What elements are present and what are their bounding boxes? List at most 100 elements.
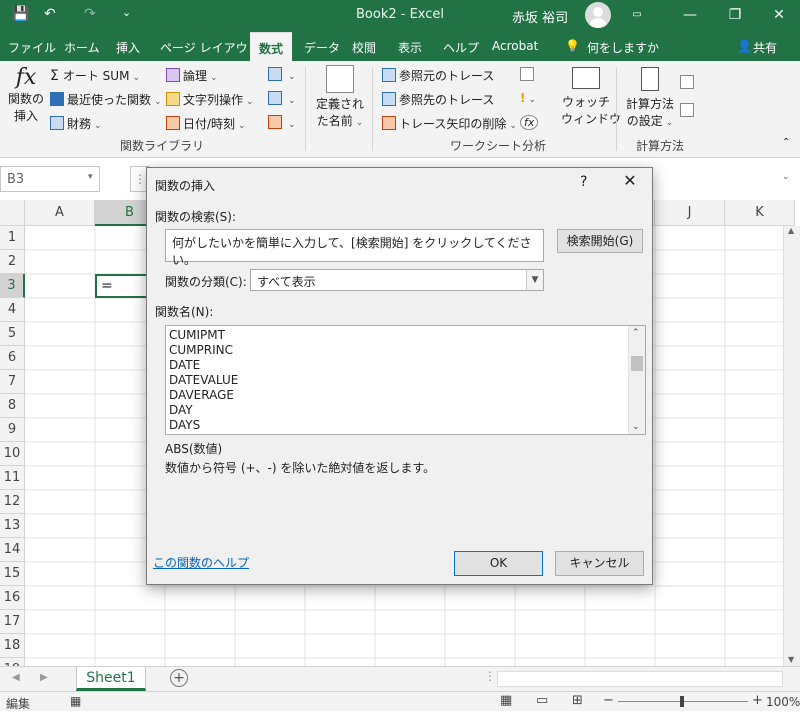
- list-item[interactable]: DAYS: [166, 418, 645, 433]
- tab-data[interactable]: データ: [304, 39, 340, 56]
- expand-formula-bar-icon[interactable]: ⌄: [782, 172, 790, 182]
- minimize-button[interactable]: —: [675, 3, 705, 27]
- tab-view[interactable]: 表示: [398, 39, 422, 56]
- list-scrollbar[interactable]: ⌃ ⌄: [628, 326, 645, 434]
- list-scroll-thumb[interactable]: [631, 356, 643, 371]
- row-header[interactable]: 3: [0, 274, 25, 298]
- redo-icon[interactable]: ↷: [84, 6, 96, 22]
- error-checking-icon[interactable]: ! ⌄: [520, 91, 536, 105]
- row-header[interactable]: 11: [0, 466, 25, 490]
- next-sheet-icon[interactable]: ▶: [40, 672, 48, 683]
- share-icon[interactable]: 👤: [737, 39, 752, 53]
- defined-names-button[interactable]: 定義され た名前 ⌄: [315, 65, 365, 129]
- share-button[interactable]: 共有: [753, 39, 777, 56]
- row-header[interactable]: 14: [0, 538, 25, 562]
- insert-function-button[interactable]: fx 関数の 挿入: [6, 65, 46, 124]
- text-button[interactable]: 文字列操作 ⌄: [166, 91, 254, 108]
- name-box[interactable]: B3: [0, 166, 100, 192]
- ok-button[interactable]: OK: [454, 551, 543, 576]
- row-header[interactable]: 7: [0, 370, 25, 394]
- evaluate-formula-icon[interactable]: fx: [520, 115, 539, 130]
- datetime-button[interactable]: 日付/時刻 ⌄: [166, 115, 246, 132]
- row-header[interactable]: 19: [0, 658, 25, 666]
- trace-dependents-button[interactable]: 参照先のトレース: [382, 91, 494, 108]
- tab-home[interactable]: ホーム: [64, 39, 100, 56]
- row-header[interactable]: 8: [0, 394, 25, 418]
- zoom-level[interactable]: 100%: [766, 695, 800, 709]
- row-header[interactable]: 17: [0, 610, 25, 634]
- tab-insert[interactable]: 挿入: [116, 39, 140, 56]
- row-header[interactable]: 1: [0, 226, 25, 250]
- dialog-close-button[interactable]: ✕: [617, 171, 643, 190]
- column-header[interactable]: J: [655, 200, 725, 226]
- macro-record-icon[interactable]: ▦: [70, 694, 81, 708]
- avatar[interactable]: [585, 2, 611, 28]
- select-all-corner[interactable]: [0, 200, 25, 226]
- chevron-down-icon[interactable]: ▼: [526, 270, 543, 290]
- collapse-ribbon-icon[interactable]: ⌃: [782, 137, 790, 148]
- tab-review[interactable]: 校閲: [352, 39, 376, 56]
- show-formulas-icon[interactable]: [520, 67, 537, 82]
- logical-button[interactable]: 論理 ⌄: [166, 67, 218, 84]
- remove-arrows-button[interactable]: トレース矢印の削除 ⌄: [382, 115, 517, 132]
- restore-button[interactable]: ❐: [720, 3, 750, 27]
- ribbon-display-icon[interactable]: ▭: [622, 3, 652, 27]
- tab-file[interactable]: ファイル: [8, 39, 56, 56]
- calc-options-button[interactable]: 計算方法 の設定 ⌄: [624, 67, 676, 129]
- zoom-out-icon[interactable]: −: [603, 693, 614, 708]
- undo-icon[interactable]: ↶: [44, 6, 56, 22]
- more-functions-button[interactable]: ⌄: [268, 115, 296, 130]
- scroll-up-icon[interactable]: ▲: [788, 226, 794, 235]
- dialog-help-button[interactable]: ?: [580, 174, 587, 190]
- search-go-button[interactable]: 検索開始(G): [557, 229, 643, 253]
- row-header[interactable]: 5: [0, 322, 25, 346]
- row-header[interactable]: 15: [0, 562, 25, 586]
- recent-functions-button[interactable]: 最近使った関数 ⌄: [50, 91, 162, 108]
- watch-window-button[interactable]: ウォッチ ウィンドウ: [561, 67, 621, 127]
- customize-qat-icon[interactable]: ⌄: [122, 6, 131, 19]
- row-header[interactable]: 2: [0, 250, 25, 274]
- user-name[interactable]: 赤坂 裕司: [512, 7, 568, 26]
- tab-page-layout[interactable]: ページ レイアウト: [160, 39, 260, 56]
- zoom-slider-thumb[interactable]: [680, 696, 684, 707]
- zoom-in-icon[interactable]: +: [752, 693, 763, 708]
- calc-sheet-icon[interactable]: [680, 103, 697, 118]
- list-item[interactable]: CUMIPMT: [166, 328, 645, 343]
- math-button[interactable]: ⌄: [268, 91, 296, 106]
- column-header[interactable]: A: [25, 200, 95, 226]
- vertical-scrollbar[interactable]: ▲ ▼: [783, 226, 800, 666]
- row-header[interactable]: 16: [0, 586, 25, 610]
- financial-button[interactable]: 財務 ⌄: [50, 115, 102, 132]
- list-item[interactable]: DAY: [166, 403, 645, 418]
- row-header[interactable]: 4: [0, 298, 25, 322]
- tab-split-icon[interactable]: ⋮: [484, 669, 496, 683]
- lookup-button[interactable]: ⌄: [268, 67, 296, 82]
- horizontal-scrollbar[interactable]: [497, 671, 783, 687]
- sheet-tab-sheet1[interactable]: Sheet1: [76, 667, 146, 691]
- function-list[interactable]: CUMIPMT CUMPRINC DATE DATEVALUE DAVERAGE…: [165, 325, 646, 435]
- row-header[interactable]: 6: [0, 346, 25, 370]
- tab-acrobat[interactable]: Acrobat: [492, 39, 538, 53]
- tab-help[interactable]: ヘルプ: [443, 39, 479, 56]
- close-button[interactable]: ✕: [764, 3, 794, 27]
- page-break-view-icon[interactable]: ⊞: [572, 693, 583, 708]
- save-icon[interactable]: 💾: [12, 6, 29, 22]
- trace-precedents-button[interactable]: 参照元のトレース: [382, 67, 494, 84]
- autosum-button[interactable]: Σ オート SUM ⌄: [50, 67, 140, 84]
- normal-view-icon[interactable]: ▦: [500, 693, 512, 708]
- list-item[interactable]: DATE: [166, 358, 645, 373]
- row-header[interactable]: 18: [0, 634, 25, 658]
- row-header[interactable]: 12: [0, 490, 25, 514]
- category-select[interactable]: すべて表示 ▼: [250, 269, 544, 291]
- tell-me-search[interactable]: 何をしますか: [587, 39, 659, 56]
- tell-me-icon[interactable]: 💡: [565, 39, 580, 53]
- prev-sheet-icon[interactable]: ◀: [12, 672, 20, 683]
- list-item[interactable]: DAVERAGE: [166, 388, 645, 403]
- scroll-down-icon[interactable]: ▼: [788, 655, 794, 664]
- function-search-input[interactable]: 何がしたいかを簡単に入力して、[検索開始] をクリックしてください。: [165, 229, 544, 267]
- row-header[interactable]: 9: [0, 418, 25, 442]
- cancel-button[interactable]: キャンセル: [555, 551, 644, 576]
- scroll-down-icon[interactable]: ⌄: [632, 422, 640, 432]
- namebox-dropdown-icon[interactable]: ▾: [88, 172, 93, 182]
- function-help-link[interactable]: この関数のヘルプ: [153, 554, 249, 571]
